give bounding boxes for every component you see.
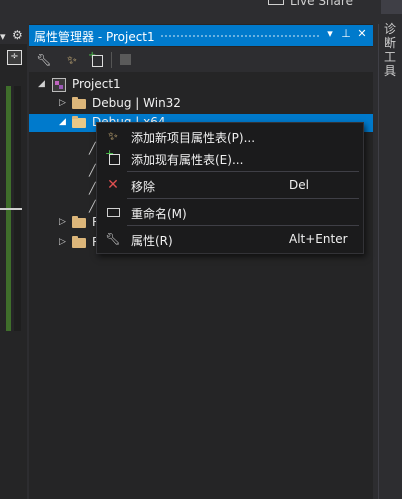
toolbar-separator — [111, 52, 112, 68]
menu-item-shortcut: Alt+Enter — [289, 232, 348, 246]
collapsed-arrow-icon[interactable]: ▷ — [59, 98, 66, 108]
property-sheet-icon[interactable]: ╱ — [89, 200, 96, 213]
wand-icon[interactable]: ✨︎ — [64, 52, 80, 68]
menu-item-label: 属性(R) — [131, 234, 173, 248]
project-icon — [52, 78, 66, 92]
property-sheet-icon[interactable]: ╱ — [89, 142, 96, 155]
chevron-down-icon[interactable]: ▾ — [0, 30, 6, 43]
remove-x-icon: ✕ — [107, 177, 119, 193]
collapsed-arrow-icon[interactable]: ▷ — [59, 237, 66, 247]
add-sheet-icon[interactable]: + — [88, 50, 104, 68]
save-icon[interactable] — [118, 52, 134, 68]
close-icon[interactable]: ✕ — [355, 27, 369, 40]
panel-title: 属性管理器 - Project1 — [34, 30, 155, 44]
property-sheet-icon[interactable]: ╱ — [89, 164, 96, 177]
wand-icon: ✨︎ — [108, 129, 118, 143]
tree-label-debug-win32: Debug | Win32 — [92, 96, 181, 110]
folder-icon — [72, 236, 86, 248]
open-folder-icon — [72, 116, 86, 128]
right-tab-divider — [378, 24, 379, 499]
menu-item-label: 移除 — [131, 180, 156, 194]
folder-icon — [72, 216, 86, 228]
top-right-button[interactable] — [381, 0, 402, 14]
tree-row-debug-win32[interactable]: ▷ Debug | Win32 — [29, 94, 373, 114]
menu-item-add-existing-property-sheet[interactable]: + 添加现有属性表(E)... — [97, 147, 363, 169]
expanded-arrow-icon[interactable]: ◢ — [59, 117, 66, 127]
menu-item-label: 添加新项目属性表(P)... — [131, 131, 256, 145]
right-side-tab-strip — [378, 24, 402, 499]
wrench-icon: 🔧︎ — [105, 232, 121, 246]
live-share-label[interactable]: Live Share — [290, 0, 353, 8]
tree-row-project[interactable]: ◢ Project1 — [29, 75, 373, 95]
context-menu: ✨︎ 添加新项目属性表(P)... + 添加现有属性表(E)... ✕ 移除 D… — [96, 122, 364, 254]
diagnostic-tools-tab[interactable]: 诊断工具 — [384, 22, 398, 78]
menu-item-rename[interactable]: 重命名(M) — [97, 201, 363, 223]
title-grip[interactable] — [160, 34, 320, 39]
menu-item-add-new-property-sheet[interactable]: ✨︎ 添加新项目属性表(P)... — [97, 125, 363, 147]
property-sheet-icon[interactable]: ╱ — [89, 182, 96, 195]
menu-item-shortcut: Del — [289, 178, 309, 192]
window-position-dropdown-icon[interactable]: ▾ — [323, 27, 337, 40]
split-view-icon[interactable]: ÷ — [7, 50, 22, 65]
menu-separator — [127, 198, 359, 199]
menu-item-remove[interactable]: ✕ 移除 Del — [97, 174, 363, 196]
gear-icon[interactable]: ⚙ — [12, 28, 23, 42]
expanded-arrow-icon[interactable]: ◢ — [38, 79, 45, 89]
folder-icon — [72, 97, 86, 109]
panel-toolbar — [29, 47, 373, 72]
wrench-icon[interactable]: 🔧︎ — [36, 52, 52, 68]
tree-label-project: Project1 — [72, 77, 121, 91]
collapsed-arrow-icon[interactable]: ▷ — [59, 217, 66, 227]
pin-icon[interactable]: ⊥ — [339, 27, 353, 40]
menu-separator — [127, 225, 359, 226]
add-sheet-icon: + — [105, 147, 121, 166]
menu-separator — [127, 171, 359, 172]
left-panel-marker — [0, 208, 22, 210]
menu-item-label: 重命名(M) — [131, 207, 187, 221]
menu-item-properties[interactable]: 🔧︎ 属性(R) Alt+Enter — [97, 228, 363, 250]
rename-icon — [105, 204, 121, 220]
menu-item-label: 添加现有属性表(E)... — [131, 153, 244, 167]
live-share-icon[interactable] — [268, 0, 284, 5]
